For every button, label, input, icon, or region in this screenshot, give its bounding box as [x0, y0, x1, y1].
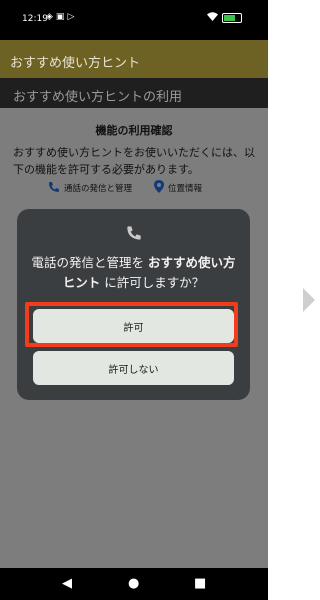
- navigation-bar: ◀ ● ■: [0, 568, 268, 600]
- header-title: おすすめ使い方ヒント: [10, 56, 141, 71]
- status-left-icons: ◈ ▣ ▷: [46, 12, 74, 22]
- dialog-message-post: に許可しますか？: [100, 275, 205, 290]
- status-time: 12:19: [22, 14, 48, 24]
- deny-button[interactable]: 許可しない: [33, 351, 234, 385]
- settings-icon: ◈: [46, 12, 53, 22]
- home-icon[interactable]: ●: [128, 576, 139, 591]
- phone-icon: [17, 225, 250, 245]
- status-right-icons: [207, 12, 242, 24]
- sub-header-title: おすすめ使い方ヒントの利用: [13, 90, 183, 105]
- chevron-right-icon: [303, 288, 315, 312]
- location-icon: [154, 180, 165, 196]
- content-description: おすすめ使い方ヒントをお使いいただくには、以下の機能を許可する必要があります。: [13, 146, 255, 176]
- battery-icon: [222, 13, 242, 23]
- recents-icon[interactable]: ■: [194, 576, 206, 591]
- wifi-icon: [207, 12, 218, 24]
- permission-item-location: 位置情報: [154, 180, 202, 196]
- sub-header: おすすめ使い方ヒントの利用: [0, 78, 268, 108]
- highlight-box: [25, 302, 238, 347]
- lock-icon: ▣: [55, 12, 65, 22]
- status-bar: 12:19 ◈ ▣ ▷: [0, 0, 268, 40]
- content-heading: 機能の利用確認: [95, 124, 173, 137]
- permission-item-phone: 通話の発信と管理: [48, 181, 132, 196]
- phone-icon: [48, 181, 60, 196]
- dialog-message: 電話の発信と管理を おすすめ使い方ヒント に許可しますか？: [29, 253, 238, 293]
- play-icon: ▷: [67, 12, 75, 22]
- permission-list: 通話の発信と管理 位置情報: [48, 180, 202, 196]
- dialog-message-pre: 電話の発信と管理を: [31, 255, 148, 270]
- phone-screen: 12:19 ◈ ▣ ▷ おすすめ使い方ヒント おすすめ使い方ヒントの利用 機能の…: [0, 0, 268, 600]
- permission-label: 位置情報: [168, 184, 203, 194]
- back-icon[interactable]: ◀: [62, 576, 72, 591]
- permission-dialog: 電話の発信と管理を おすすめ使い方ヒント に許可しますか？ 許可 許可しない: [17, 209, 250, 400]
- permission-label: 通話の発信と管理: [64, 184, 133, 194]
- app-header: おすすめ使い方ヒント: [0, 40, 268, 78]
